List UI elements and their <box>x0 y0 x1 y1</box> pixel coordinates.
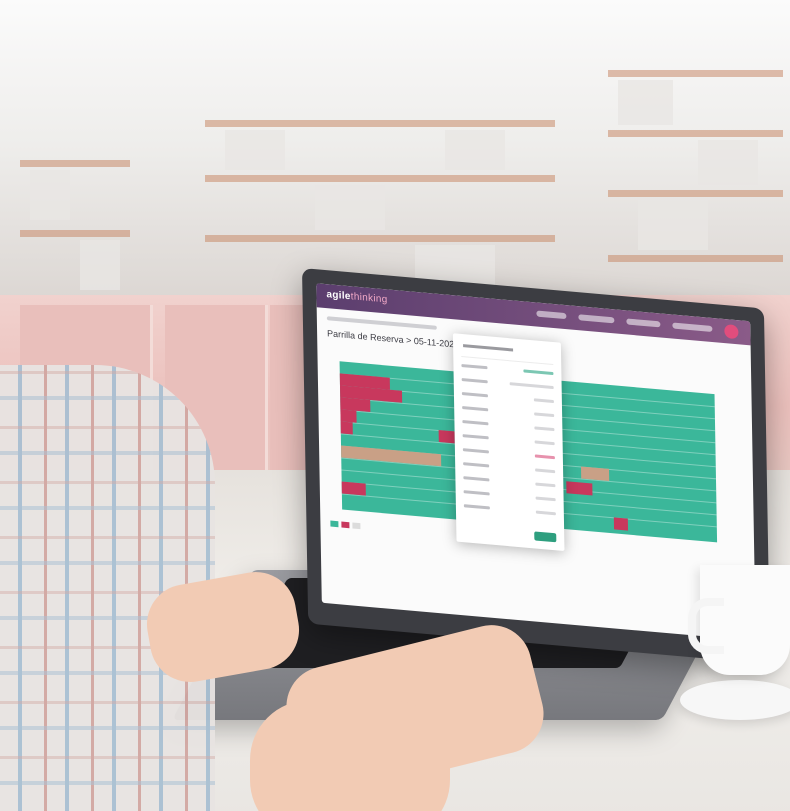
page-title: Parrilla de Reserva > 05-11-2021 <box>327 328 460 350</box>
warehouse-shelf <box>20 90 130 300</box>
reservation-block[interactable] <box>340 421 353 435</box>
nav-item[interactable] <box>578 314 615 324</box>
panel-title <box>463 344 514 352</box>
reservation-block[interactable] <box>566 481 593 496</box>
reservation-block[interactable] <box>613 517 629 531</box>
app-logo: agilethinking <box>326 289 388 306</box>
breadcrumb <box>326 316 437 330</box>
saucer <box>680 680 790 720</box>
reservation-block[interactable] <box>438 429 455 444</box>
nav-item[interactable] <box>536 310 567 320</box>
photo-scene: agilethinking Parrilla de Reserva > 05-1… <box>0 0 790 811</box>
grid-legend <box>330 520 363 530</box>
warehouse-shelf <box>608 40 783 300</box>
reservation-block[interactable] <box>341 481 366 496</box>
pending-block[interactable] <box>341 445 442 467</box>
confirm-button[interactable] <box>534 531 557 543</box>
nav-item[interactable] <box>626 318 661 328</box>
user-avatar-icon[interactable] <box>724 324 739 340</box>
app-screen: agilethinking Parrilla de Reserva > 05-1… <box>316 283 756 641</box>
pending-block[interactable] <box>580 466 610 481</box>
warehouse-shelf <box>205 85 555 300</box>
forearm <box>250 700 450 811</box>
cup-handle <box>688 598 724 654</box>
reservation-summary-panel <box>452 333 565 552</box>
user-name <box>672 322 713 332</box>
